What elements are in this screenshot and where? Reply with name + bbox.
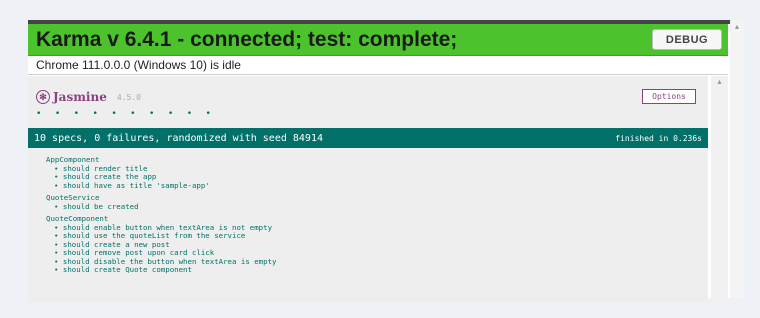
- page-scroll-up-icon[interactable]: ▲: [730, 24, 744, 34]
- debug-button[interactable]: DEBUG: [652, 29, 722, 50]
- summary-text: 10 specs, 0 failures, randomized with se…: [34, 132, 323, 144]
- jasmine-banner: ✻ Jasmine 4.5.0: [36, 88, 141, 106]
- spec-item[interactable]: should create Quote component: [46, 265, 708, 275]
- spec-item[interactable]: should have as title 'sample-app': [46, 181, 708, 191]
- suite: AppComponent should render title should …: [46, 155, 708, 191]
- karma-banner-title: Karma v 6.4.1 - connected; test: complet…: [36, 27, 458, 51]
- duration-text: finished in 0.236s: [615, 133, 702, 143]
- jasmine-frame: ✻ Jasmine 4.5.0 • • • • • • • • • • Opti…: [28, 76, 708, 302]
- suite: QuoteComponent should enable button when…: [46, 214, 708, 275]
- frame-scrollbar[interactable]: ▲: [711, 76, 728, 302]
- suite-name-quote-service[interactable]: QuoteService: [46, 193, 708, 203]
- jasmine-title: Jasmine: [53, 90, 107, 104]
- spec-dots: • • • • • • • • • •: [36, 109, 215, 119]
- suite: QuoteService should be created: [46, 193, 708, 212]
- karma-banner: Karma v 6.4.1 - connected; test: complet…: [28, 24, 728, 56]
- browser-status: Chrome 111.0.0.0 (Windows 10) is idle: [28, 56, 728, 75]
- results-list: AppComponent should render title should …: [28, 148, 708, 302]
- page-scrollbar[interactable]: [731, 20, 744, 298]
- spec-item[interactable]: should be created: [46, 202, 708, 212]
- options-button[interactable]: Options: [642, 89, 696, 104]
- summary-bar: 10 specs, 0 failures, randomized with se…: [28, 128, 708, 148]
- karma-window: Karma v 6.4.1 - connected; test: complet…: [28, 20, 730, 302]
- chevron-up-icon[interactable]: ▲: [711, 78, 728, 88]
- jasmine-logo-icon: ✻: [36, 90, 50, 104]
- jasmine-version: 4.5.0: [116, 92, 141, 102]
